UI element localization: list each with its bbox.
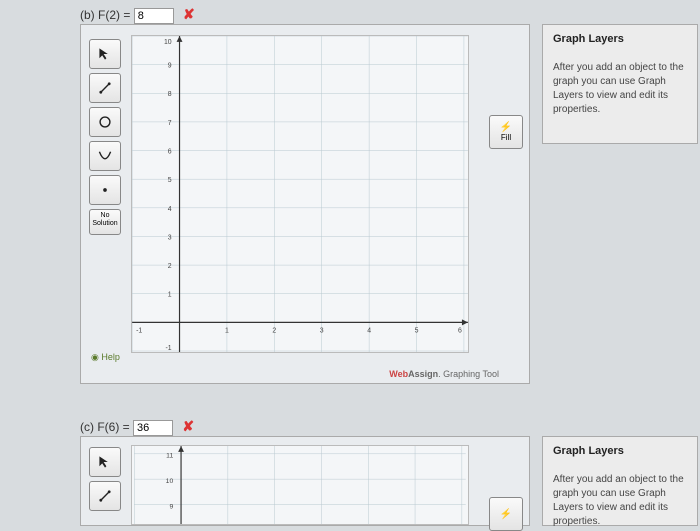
svg-text:9: 9 xyxy=(168,63,172,70)
svg-text:6: 6 xyxy=(458,327,462,334)
grid-c-svg: 11 10 9 xyxy=(132,446,468,524)
svg-text:11: 11 xyxy=(166,453,173,460)
svg-text:9: 9 xyxy=(169,503,173,510)
problem-c-label: (c) F(6) = ✘ xyxy=(80,418,194,436)
layers-text-b: After you add an object to the graph you… xyxy=(553,61,687,117)
incorrect-c-icon: ✘ xyxy=(182,418,194,434)
fill-label: Fill xyxy=(501,133,511,142)
fill-button-c[interactable]: ⚡ xyxy=(489,497,523,531)
part-c: (c) xyxy=(80,420,94,434)
svg-text:3: 3 xyxy=(168,234,172,241)
toolbar-c xyxy=(89,447,123,511)
line-tool-c-icon[interactable] xyxy=(89,481,121,511)
layers-text-c: After you add an object to the graph you… xyxy=(553,473,687,529)
svg-text:5: 5 xyxy=(168,177,172,184)
layers-panel-b: Graph Layers After you add an object to … xyxy=(542,24,698,144)
vgrid xyxy=(132,36,464,352)
graph-b-container: No Solution ◉ Help xyxy=(80,24,530,384)
lightning-icon: ⚡ xyxy=(500,122,512,133)
graph-c-container: 11 10 9 ⚡ xyxy=(80,436,530,526)
svg-text:8: 8 xyxy=(168,91,172,98)
toolbar-b: No Solution xyxy=(89,39,123,235)
grid-b[interactable]: 1 2 3 4 5 6 7 8 9 10 -1 1 2 3 4 5 6 -1 xyxy=(131,35,469,353)
line-tool-icon[interactable] xyxy=(89,73,121,103)
svg-text:5: 5 xyxy=(415,327,419,334)
svg-text:2: 2 xyxy=(272,327,276,334)
part-b: (b) xyxy=(80,8,95,22)
svg-text:1: 1 xyxy=(225,327,229,334)
grid-c[interactable]: 11 10 9 xyxy=(131,445,469,525)
lightning-c-icon: ⚡ xyxy=(500,509,512,520)
answer-b-input[interactable] xyxy=(134,8,174,24)
svg-text:4: 4 xyxy=(168,206,172,213)
no-solution-label: No Solution xyxy=(92,212,117,227)
svg-text:10: 10 xyxy=(164,39,172,46)
svg-text:1: 1 xyxy=(168,292,172,299)
svg-text:-1: -1 xyxy=(165,345,171,352)
svg-text:6: 6 xyxy=(168,149,172,156)
circle-tool-icon[interactable] xyxy=(89,107,121,137)
credit-b: WebAssign. Graphing Tool xyxy=(389,369,499,379)
svg-text:4: 4 xyxy=(367,327,371,334)
credit-suffix: . Graphing Tool xyxy=(438,369,499,379)
func-b: F(2) = xyxy=(98,8,130,22)
svg-text:7: 7 xyxy=(168,120,172,127)
svg-text:10: 10 xyxy=(166,478,174,485)
grid-b-svg: 1 2 3 4 5 6 7 8 9 10 -1 1 2 3 4 5 6 -1 xyxy=(132,36,468,352)
parabola-tool-icon[interactable] xyxy=(89,141,121,171)
answer-c-input[interactable] xyxy=(133,420,173,436)
help-label: Help xyxy=(101,352,120,362)
point-tool-icon[interactable] xyxy=(89,175,121,205)
problem-b-label: (b) F(2) = ✘ xyxy=(80,6,195,24)
no-solution-button[interactable]: No Solution xyxy=(89,209,121,235)
svg-text:3: 3 xyxy=(320,327,324,334)
layers-panel-c: Graph Layers After you add an object to … xyxy=(542,436,698,526)
layers-title-b: Graph Layers xyxy=(553,33,687,45)
fill-button[interactable]: ⚡ Fill xyxy=(489,115,523,149)
help-link[interactable]: ◉ Help xyxy=(91,352,120,363)
pointer-tool-icon[interactable] xyxy=(89,39,121,69)
svg-text:2: 2 xyxy=(168,263,172,270)
credit-brand: WebAssign xyxy=(389,369,438,379)
svg-text:-1: -1 xyxy=(136,327,142,334)
incorrect-b-icon: ✘ xyxy=(183,6,195,22)
layers-title-c: Graph Layers xyxy=(553,445,687,457)
func-c: F(6) = xyxy=(97,420,129,434)
pointer-tool-c-icon[interactable] xyxy=(89,447,121,477)
hgrid xyxy=(132,36,468,351)
